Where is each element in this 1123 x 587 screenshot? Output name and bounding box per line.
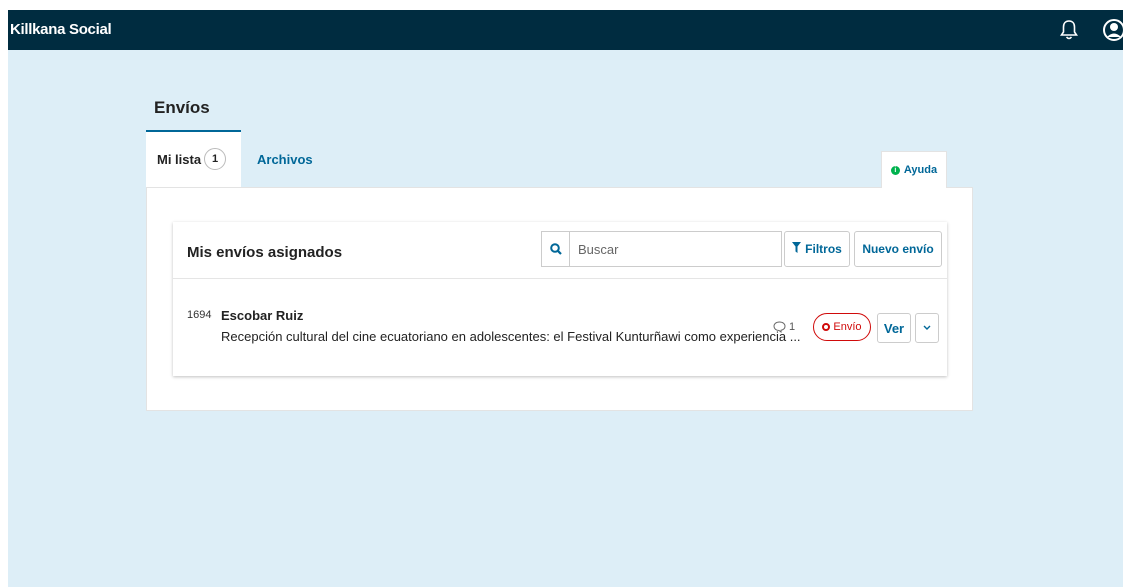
tab-my-list-label: Mi lista	[157, 152, 202, 167]
stage-label: Envío	[833, 321, 862, 333]
filter-icon	[792, 242, 802, 256]
submission-id: 1694	[187, 309, 212, 321]
chevron-down-icon	[923, 325, 931, 330]
tab-my-list-count: 1	[204, 148, 226, 170]
top-bar: Killkana Social	[8, 10, 1123, 50]
comment-icon	[773, 321, 786, 333]
submissions-list: Mis envíos asignados Filtros Nuevo envío…	[173, 222, 947, 376]
info-icon: i	[890, 165, 900, 175]
submission-title: Recepción cultural del cine ecuatoriano …	[221, 329, 801, 344]
filters-button[interactable]: Filtros	[784, 231, 850, 267]
filters-label: Filtros	[805, 242, 842, 256]
expand-button[interactable]	[915, 313, 939, 343]
stage-dot-icon	[822, 323, 831, 331]
submission-author: Escobar Ruiz	[221, 308, 304, 323]
list-item[interactable]: 1694 Escobar Ruiz Recepción cultural del…	[173, 279, 947, 376]
user-icon[interactable]	[1103, 18, 1123, 47]
bell-icon[interactable]	[1060, 19, 1078, 46]
app-title[interactable]: Killkana Social	[10, 21, 112, 38]
view-button[interactable]: Ver	[877, 313, 911, 343]
comments-count: 1	[773, 321, 795, 333]
help-button[interactable]: i Ayuda	[881, 151, 947, 188]
list-title: Mis envíos asignados	[187, 244, 343, 261]
search-input[interactable]	[578, 239, 773, 259]
comments-value: 1	[789, 321, 796, 333]
tab-my-list[interactable]: Mi lista 1	[146, 130, 241, 188]
help-label: Ayuda	[903, 164, 938, 176]
tab-archives[interactable]: Archivos	[257, 130, 337, 188]
search-box	[541, 231, 782, 267]
stage-badge: Envío	[813, 313, 871, 341]
tab-archives-label: Archivos	[257, 152, 313, 167]
new-submission-button[interactable]: Nuevo envío	[854, 231, 942, 267]
search-icon[interactable]	[542, 232, 570, 266]
page-title: Envíos	[154, 98, 210, 117]
